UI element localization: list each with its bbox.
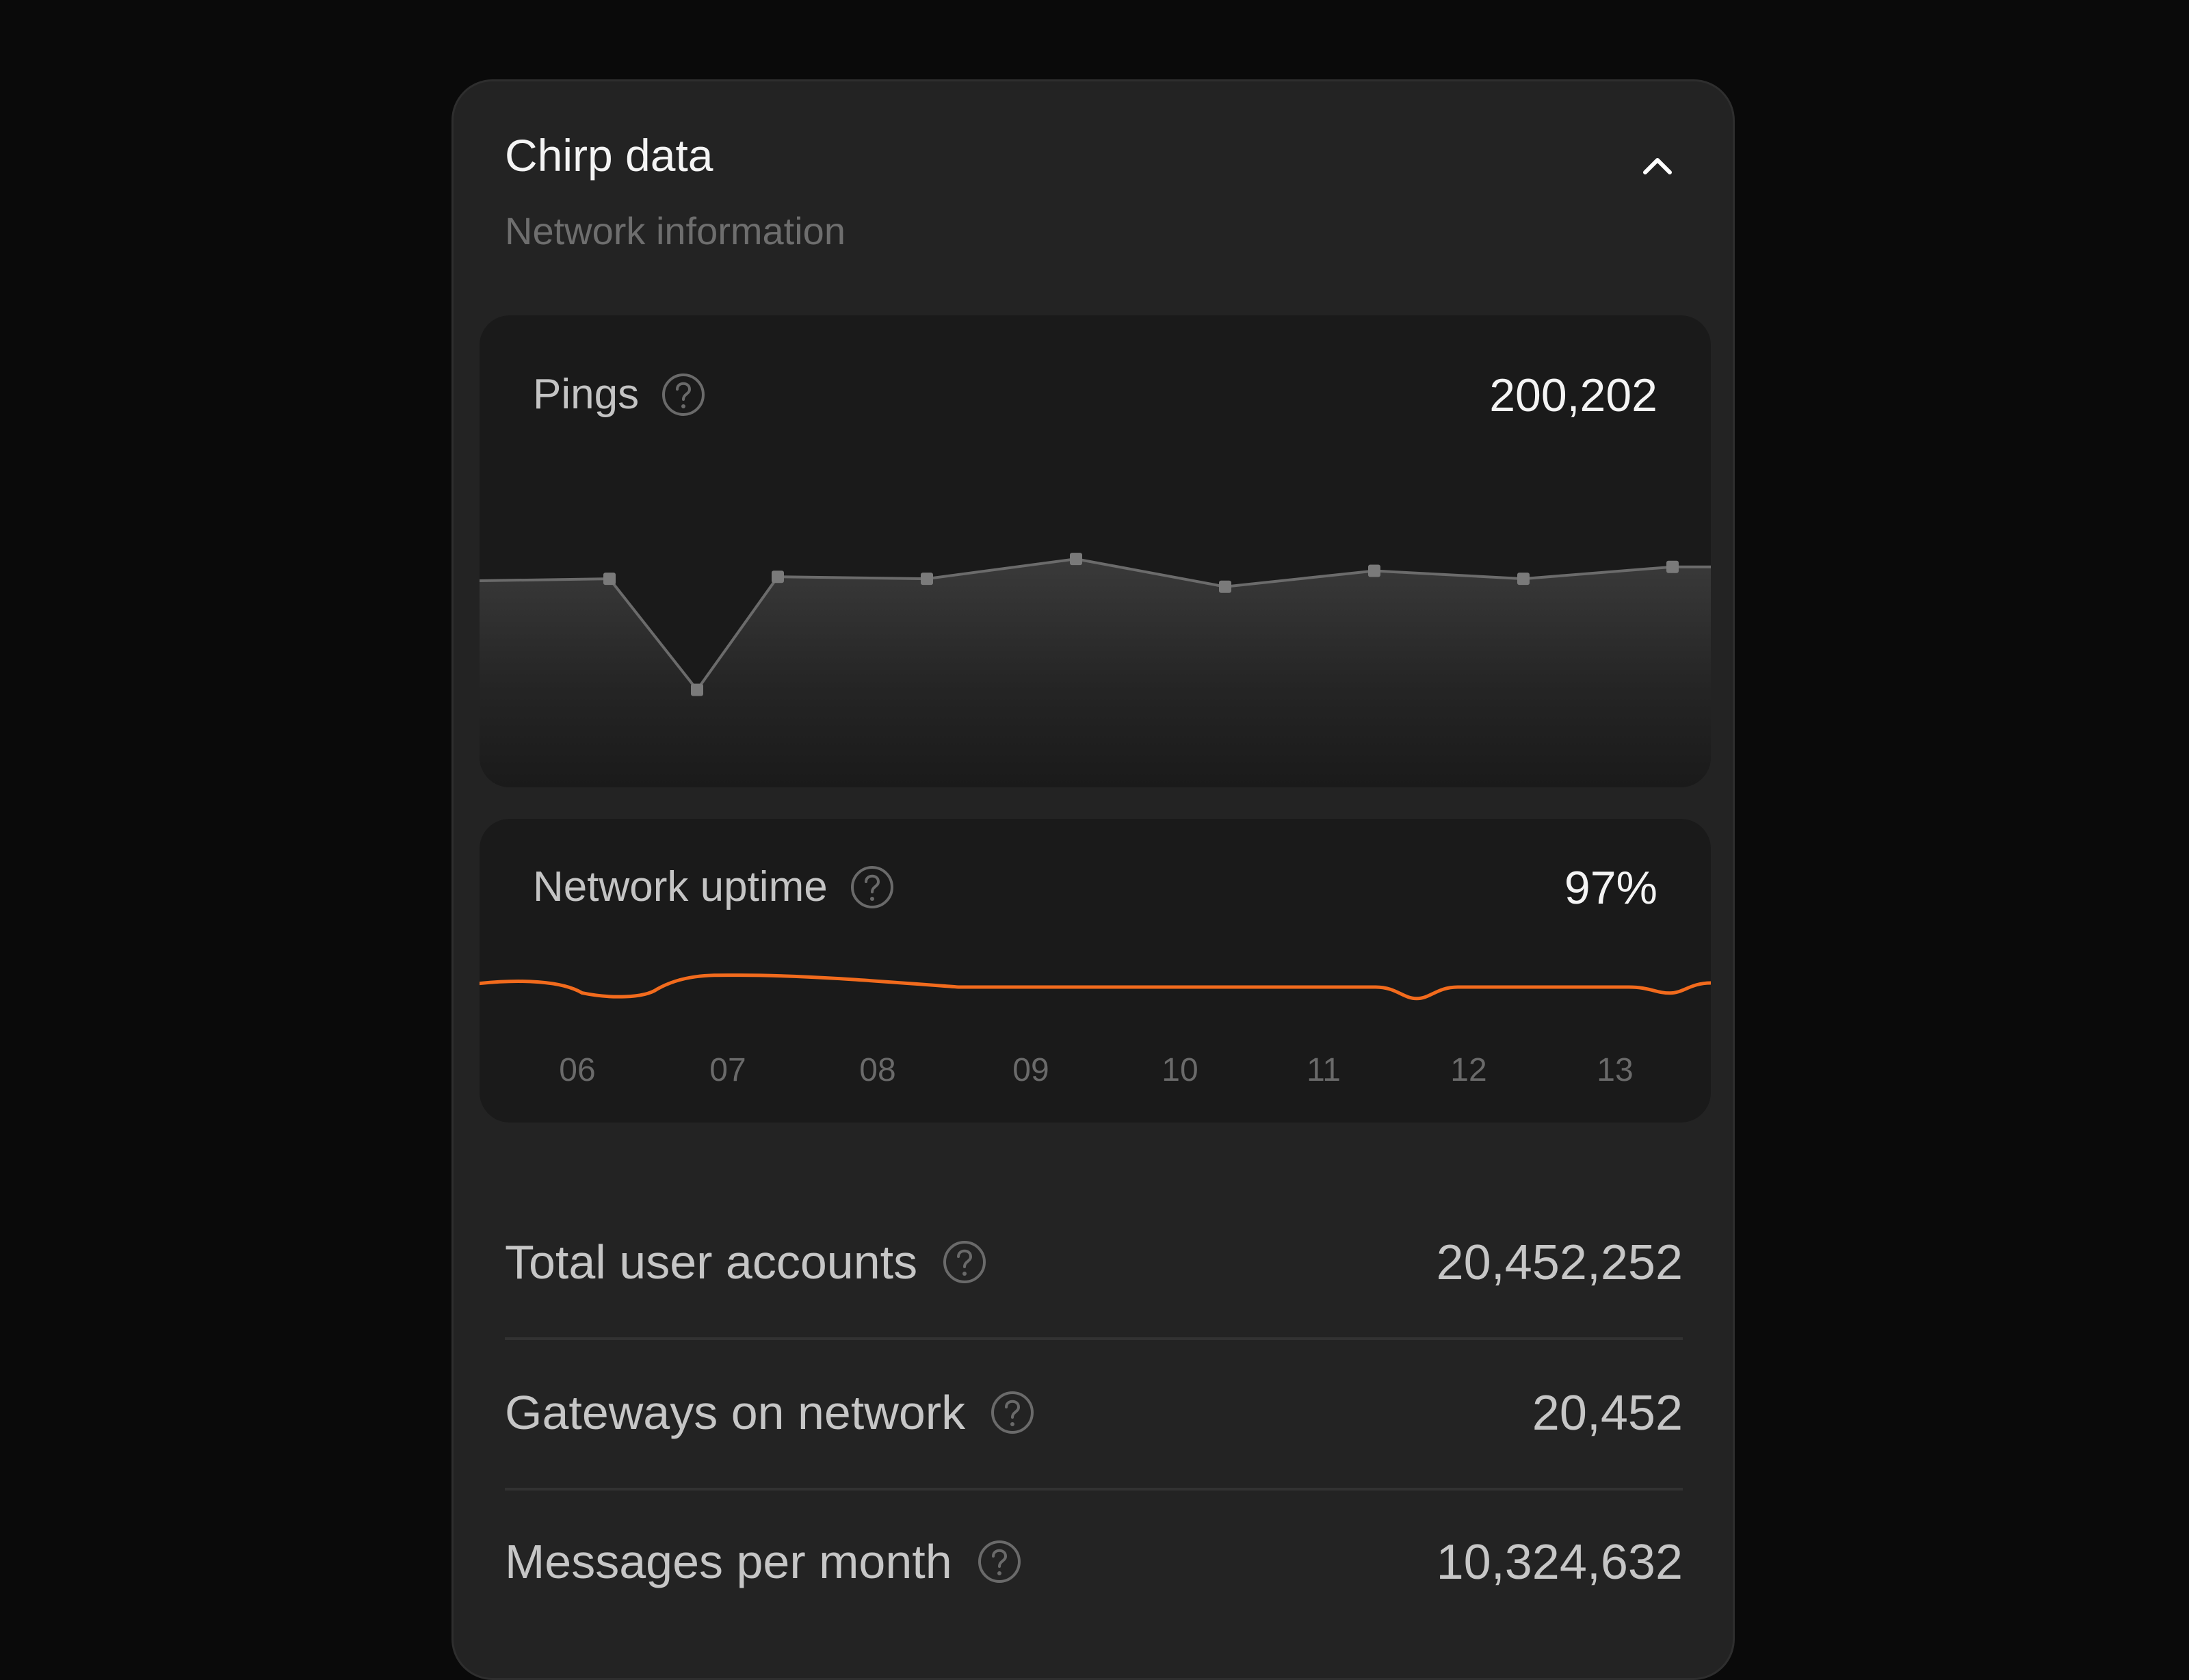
uptime-tick-label: 06 — [559, 1052, 596, 1088]
pings-point — [772, 570, 784, 583]
stat-label: Gateways on network — [505, 1386, 966, 1439]
chirp-data-panel: Chirp data Network information Pings 200… — [451, 79, 1735, 1680]
stat-row-total-user-accounts: Total user accounts 20,452,252 — [505, 1191, 1683, 1340]
pings-point — [1368, 564, 1380, 577]
panel-title: Chirp data — [505, 130, 713, 181]
pings-point — [1517, 573, 1530, 586]
uptime-x-axis: 06 07 08 09 10 11 12 13 — [480, 1051, 1711, 1099]
uptime-card: Network uptime 97% 06 07 08 09 10 11 12 13 — [480, 819, 1711, 1123]
stat-label: Total user accounts — [505, 1235, 918, 1289]
stat-label: Messages per month — [505, 1535, 952, 1588]
uptime-tick-label: 11 — [1307, 1052, 1341, 1088]
pings-point — [1666, 560, 1679, 573]
pings-point — [1070, 553, 1082, 566]
pings-card: Pings 200,202 — [480, 315, 1711, 787]
pings-point — [691, 683, 703, 696]
chevron-up-icon — [1643, 158, 1672, 174]
uptime-tick-label: 13 — [1597, 1052, 1634, 1088]
uptime-chart — [480, 973, 1711, 1001]
stat-label-group: Total user accounts — [505, 1235, 987, 1289]
stat-value: 10,324,632 — [1436, 1535, 1683, 1590]
uptime-tick-label: 10 — [1162, 1052, 1198, 1088]
uptime-tick-label: 09 — [1012, 1052, 1049, 1088]
question-circle-icon[interactable] — [977, 1539, 1022, 1584]
pings-point — [1219, 580, 1231, 593]
pings-area — [480, 559, 1711, 787]
stat-label-group: Messages per month — [505, 1534, 1022, 1589]
uptime-tick-label: 08 — [859, 1052, 896, 1088]
stat-label-group: Gateways on network — [505, 1385, 1035, 1440]
pings-point — [603, 573, 616, 586]
pings-chart — [480, 553, 1711, 787]
collapse-button[interactable] — [1637, 144, 1678, 185]
question-circle-icon[interactable] — [990, 1390, 1035, 1435]
uptime-tick-label: 12 — [1450, 1052, 1487, 1088]
panel-subtitle: Network information — [505, 209, 846, 252]
uptime-line — [480, 973, 1711, 1001]
question-circle-icon[interactable] — [942, 1239, 987, 1285]
stat-row-messages-per-month: Messages per month 10,324,632 — [505, 1491, 1683, 1640]
uptime-tick-label: 07 — [709, 1052, 746, 1088]
stat-value: 20,452 — [1532, 1386, 1683, 1441]
pings-point — [921, 573, 933, 586]
stat-row-gateways-on-network: Gateways on network 20,452 — [505, 1341, 1683, 1491]
stat-value: 20,452,252 — [1436, 1235, 1683, 1290]
